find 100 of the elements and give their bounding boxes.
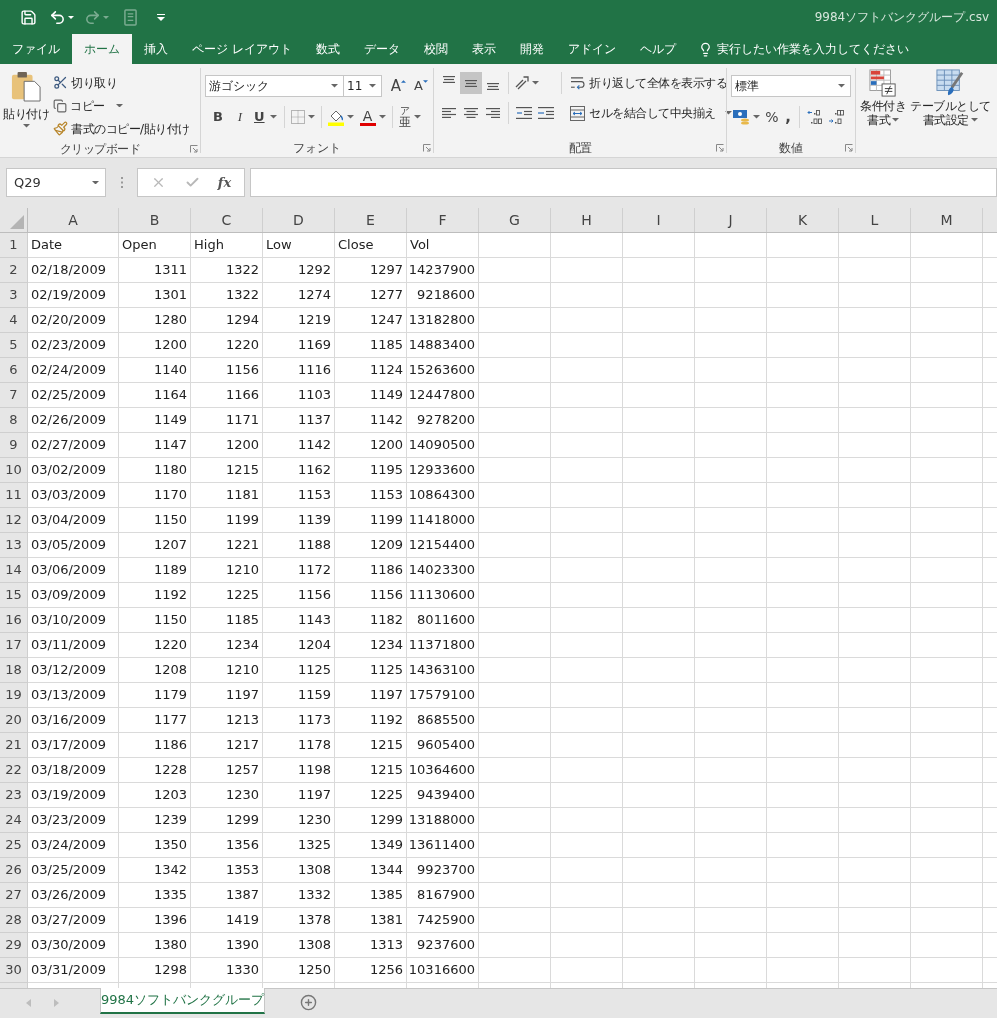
column-header[interactable]: D xyxy=(263,208,335,232)
ribbon-tab[interactable]: ホーム xyxy=(72,34,132,64)
row-header[interactable]: 20 xyxy=(0,708,28,733)
paste-button[interactable]: 貼り付け xyxy=(2,70,50,140)
row-header[interactable]: 30 xyxy=(0,958,28,983)
row-header[interactable]: 19 xyxy=(0,683,28,708)
row-header[interactable]: 5 xyxy=(0,333,28,358)
row-header[interactable]: 13 xyxy=(0,533,28,558)
empty-cell xyxy=(839,333,911,358)
empty-cell xyxy=(767,458,839,483)
column-header[interactable]: B xyxy=(119,208,191,232)
font-size-dropdown[interactable]: 11 xyxy=(344,75,382,97)
ribbon-tab[interactable]: 挿入 xyxy=(132,34,180,64)
format-painter-button[interactable]: 書式のコピー/貼り付け xyxy=(53,117,192,140)
column-header[interactable]: M xyxy=(911,208,983,232)
empty-cell xyxy=(551,433,623,458)
percent-button[interactable]: % xyxy=(763,106,781,128)
row-header[interactable]: 15 xyxy=(0,583,28,608)
ribbon-tab[interactable]: 数式 xyxy=(303,34,352,64)
empty-cell xyxy=(551,558,623,583)
row-header[interactable]: 22 xyxy=(0,758,28,783)
empty-cell xyxy=(695,308,767,333)
format-as-table-button[interactable]: テーブルとして 書式設定 xyxy=(910,69,991,127)
row-header[interactable]: 17 xyxy=(0,633,28,658)
row-header[interactable]: 3 xyxy=(0,283,28,308)
shrink-font-button[interactable]: A xyxy=(413,75,429,97)
ribbon-tab[interactable]: ファイル xyxy=(0,34,72,64)
row-header[interactable]: 28 xyxy=(0,908,28,933)
ribbon-tab[interactable]: 開発 xyxy=(507,34,556,64)
dialog-launcher-button[interactable] xyxy=(188,143,200,155)
column-header[interactable]: A xyxy=(28,208,119,232)
merge-center-button[interactable]: セルを結合して中央揃え xyxy=(568,102,734,124)
sheet-tab[interactable]: 9984ソフトバンクグループ xyxy=(100,988,265,1014)
empty-cell xyxy=(839,758,911,783)
comma-button[interactable]: , xyxy=(781,106,795,128)
empty-cell xyxy=(911,683,983,708)
phonetic-button[interactable]: ア 亜 xyxy=(396,106,423,128)
column-header[interactable]: L xyxy=(839,208,911,232)
row-header[interactable]: 29 xyxy=(0,933,28,958)
formula-input[interactable] xyxy=(250,168,997,197)
row-header[interactable]: 27 xyxy=(0,883,28,908)
tell-me-search[interactable]: 実行したい作業を入力してください xyxy=(697,34,909,64)
row-header[interactable]: 12 xyxy=(0,508,28,533)
row-header[interactable]: 26 xyxy=(0,858,28,883)
ribbon-tab[interactable]: ページ レイアウト xyxy=(180,34,304,64)
font-name-dropdown[interactable]: 游ゴシック xyxy=(205,75,345,97)
row-header[interactable]: 14 xyxy=(0,558,28,583)
dialog-launcher-button[interactable] xyxy=(714,142,726,154)
empty-cell xyxy=(911,283,983,308)
ribbon-tab[interactable]: ヘルプ xyxy=(627,34,688,64)
table-cell: 1387 xyxy=(191,883,263,908)
row-header[interactable]: 8 xyxy=(0,408,28,433)
empty-cell xyxy=(551,358,623,383)
column-header[interactable]: F xyxy=(407,208,479,232)
ribbon-tab[interactable]: 表示 xyxy=(459,34,508,64)
row-header[interactable]: 6 xyxy=(0,358,28,383)
column-header[interactable]: G xyxy=(479,208,551,232)
underline-button[interactable]: U xyxy=(251,106,280,128)
row-header[interactable]: 10 xyxy=(0,458,28,483)
ribbon-tab[interactable]: 校閲 xyxy=(411,34,460,64)
cut-button[interactable]: 切り取り xyxy=(53,71,192,94)
row-header[interactable]: 2 xyxy=(0,258,28,283)
bold-button[interactable]: B xyxy=(207,106,229,128)
column-header[interactable]: C xyxy=(191,208,263,232)
ribbon-tab[interactable]: アドイン xyxy=(555,34,628,64)
insert-function-button[interactable]: fx xyxy=(215,172,234,193)
grow-font-button[interactable]: A xyxy=(389,75,408,97)
row-header[interactable]: 16 xyxy=(0,608,28,633)
copy-button[interactable]: コピー xyxy=(53,94,192,117)
column-header[interactable]: K xyxy=(767,208,839,232)
column-header[interactable]: I xyxy=(623,208,695,232)
row-header[interactable]: 11 xyxy=(0,483,28,508)
name-box[interactable]: Q29 xyxy=(6,168,106,197)
table-cell: 1313 xyxy=(335,933,407,958)
row-header[interactable]: 1 xyxy=(0,233,28,258)
column-header[interactable]: J xyxy=(695,208,767,232)
row-header[interactable]: 21 xyxy=(0,733,28,758)
table-cell: 8685500 xyxy=(407,708,479,733)
vertical-align-button[interactable] xyxy=(460,72,482,94)
table-cell: 03/23/2009 xyxy=(28,808,119,833)
column-header[interactable]: H xyxy=(551,208,623,232)
row-header[interactable]: 9 xyxy=(0,433,28,458)
italic-button[interactable]: I xyxy=(229,106,251,128)
row-header[interactable]: 23 xyxy=(0,783,28,808)
row-header[interactable]: 4 xyxy=(0,308,28,333)
number-format-dropdown[interactable]: 標準 xyxy=(731,75,851,97)
column-header[interactable]: E xyxy=(335,208,407,232)
row-header[interactable]: 24 xyxy=(0,808,28,833)
conditional-formatting-button[interactable]: 条件付き 書式 xyxy=(858,69,908,127)
row-header[interactable]: 18 xyxy=(0,658,28,683)
table-cell: 1197 xyxy=(335,683,407,708)
row-header[interactable]: 7 xyxy=(0,383,28,408)
wrap-text-button[interactable]: 折り返して全体を表示する xyxy=(568,72,734,94)
table-cell: 1150 xyxy=(119,508,191,533)
empty-cell xyxy=(767,508,839,533)
dialog-launcher-button[interactable] xyxy=(421,142,433,154)
ribbon-tab[interactable]: データ xyxy=(351,34,412,64)
row-header[interactable]: 25 xyxy=(0,833,28,858)
font-color-button[interactable]: A xyxy=(357,106,388,128)
dialog-launcher-button[interactable] xyxy=(843,142,855,154)
